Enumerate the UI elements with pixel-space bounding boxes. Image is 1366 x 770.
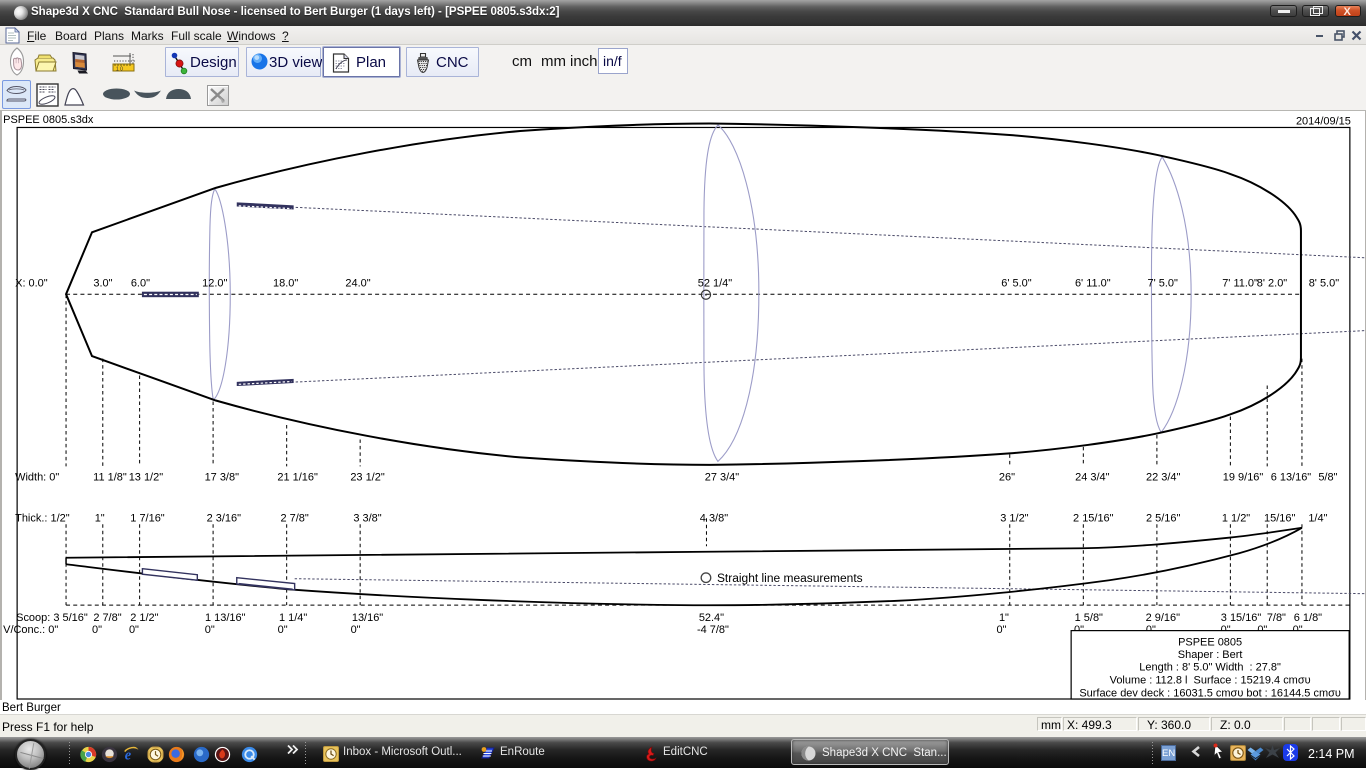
svg-text:18.0": 18.0": [273, 278, 298, 290]
svg-text:21 1/16": 21 1/16": [277, 471, 318, 483]
svg-text:0": 0": [351, 624, 361, 636]
svg-text:6' 5.0": 6' 5.0": [1001, 278, 1031, 290]
svg-text:0": 0": [205, 624, 215, 636]
svg-text:1 13/16": 1 13/16": [205, 612, 246, 624]
svg-text:2 3/16": 2 3/16": [207, 512, 241, 524]
svg-text:X: 0.0": X: 0.0": [15, 278, 48, 290]
svg-text:4 3/8": 4 3/8": [700, 512, 728, 524]
svg-text:3 3/8": 3 3/8": [353, 512, 381, 524]
svg-text:19 9/16": 19 9/16": [1223, 471, 1264, 483]
svg-text:PSPEE 0805.s3dx: PSPEE 0805.s3dx: [3, 114, 94, 126]
svg-text:Width: 0": Width: 0": [15, 471, 59, 483]
svg-text:2 9/16": 2 9/16": [1146, 612, 1180, 624]
svg-text:52.4": 52.4": [699, 612, 724, 624]
svg-text:2 7/8": 2 7/8": [93, 612, 121, 624]
svg-text:24.0": 24.0": [345, 278, 370, 290]
svg-text:2 7/8": 2 7/8": [281, 512, 309, 524]
svg-text:Scoop: 3 5/16": Scoop: 3 5/16": [16, 612, 88, 624]
svg-text:13 1/2": 13 1/2": [129, 471, 163, 483]
svg-text:26": 26": [999, 471, 1015, 483]
svg-text:1": 1": [999, 612, 1009, 624]
svg-text:2 1/2": 2 1/2": [130, 612, 158, 624]
svg-text:0": 0": [278, 624, 288, 636]
svg-text:24 3/4": 24 3/4": [1075, 471, 1109, 483]
svg-text:15/16": 15/16": [1264, 512, 1295, 524]
svg-text:Volume : 112.8 l Surface : 15: Volume : 112.8 l Surface : 15219.4 cmσυ: [1110, 675, 1311, 687]
svg-text:12.0": 12.0": [202, 278, 227, 290]
svg-text:2 5/16": 2 5/16": [1146, 512, 1180, 524]
svg-text:2014/09/15: 2014/09/15: [1296, 115, 1351, 127]
svg-text:1": 1": [95, 512, 105, 524]
svg-text:8' 5.0": 8' 5.0": [1309, 278, 1339, 290]
svg-text:Thick.: 1/2": Thick.: 1/2": [15, 512, 70, 524]
svg-text:52 1/4": 52 1/4": [698, 278, 732, 290]
svg-text:0": 0": [996, 624, 1006, 636]
svg-text:Straight line measurements: Straight line measurements: [717, 571, 863, 585]
svg-text:-4 7/8": -4 7/8": [697, 624, 729, 636]
svg-text:6 13/16": 6 13/16": [1271, 471, 1312, 483]
svg-text:7/8": 7/8": [1267, 612, 1286, 624]
svg-text:3 15/16": 3 15/16": [1221, 612, 1262, 624]
svg-text:1 5/8": 1 5/8": [1075, 612, 1103, 624]
svg-text:27 3/4": 27 3/4": [705, 471, 739, 483]
svg-text:13/16": 13/16": [352, 612, 383, 624]
svg-text:11 1/8": 11 1/8": [93, 471, 127, 483]
svg-text:1 1/4": 1 1/4": [279, 612, 307, 624]
svg-text:1 7/16": 1 7/16": [130, 512, 164, 524]
svg-text:6.0": 6.0": [131, 278, 150, 290]
svg-text:Shaper : Bert: Shaper : Bert: [1178, 649, 1243, 661]
svg-text:3.0": 3.0": [93, 278, 112, 290]
svg-text:Length : 8' 5.0" Width : 27.8: Length : 8' 5.0" Width : 27.8": [1139, 662, 1281, 674]
svg-text:1/4": 1/4": [1308, 512, 1327, 524]
svg-text:V/Conc.: 0": V/Conc.: 0": [3, 624, 58, 636]
svg-text:17 3/8": 17 3/8": [205, 471, 239, 483]
svg-text:23 1/2": 23 1/2": [350, 471, 384, 483]
svg-text:5/8": 5/8": [1318, 471, 1337, 483]
svg-text:1 1/2": 1 1/2": [1222, 512, 1250, 524]
svg-text:7' 11.0": 7' 11.0": [1222, 278, 1258, 290]
svg-text:6' 11.0": 6' 11.0": [1075, 278, 1111, 290]
svg-text:0": 0": [129, 624, 139, 636]
svg-text:1 0: 1 0: [116, 67, 123, 73]
svg-text:7' 5.0": 7' 5.0": [1147, 278, 1177, 290]
svg-text:PSPEE 0805: PSPEE 0805: [1178, 637, 1242, 649]
svg-text:8' 2.0": 8' 2.0": [1257, 278, 1287, 290]
svg-text:0": 0": [92, 624, 102, 636]
svg-text:3 1/2": 3 1/2": [1000, 512, 1028, 524]
svg-text:22 3/4": 22 3/4": [1146, 471, 1180, 483]
svg-text:6 1/8": 6 1/8": [1294, 612, 1322, 624]
svg-text:Surface dev deck : 16031.5 cmσ: Surface dev deck : 16031.5 cmσυ bot : 16…: [1079, 688, 1341, 700]
svg-text:2 15/16": 2 15/16": [1073, 512, 1114, 524]
